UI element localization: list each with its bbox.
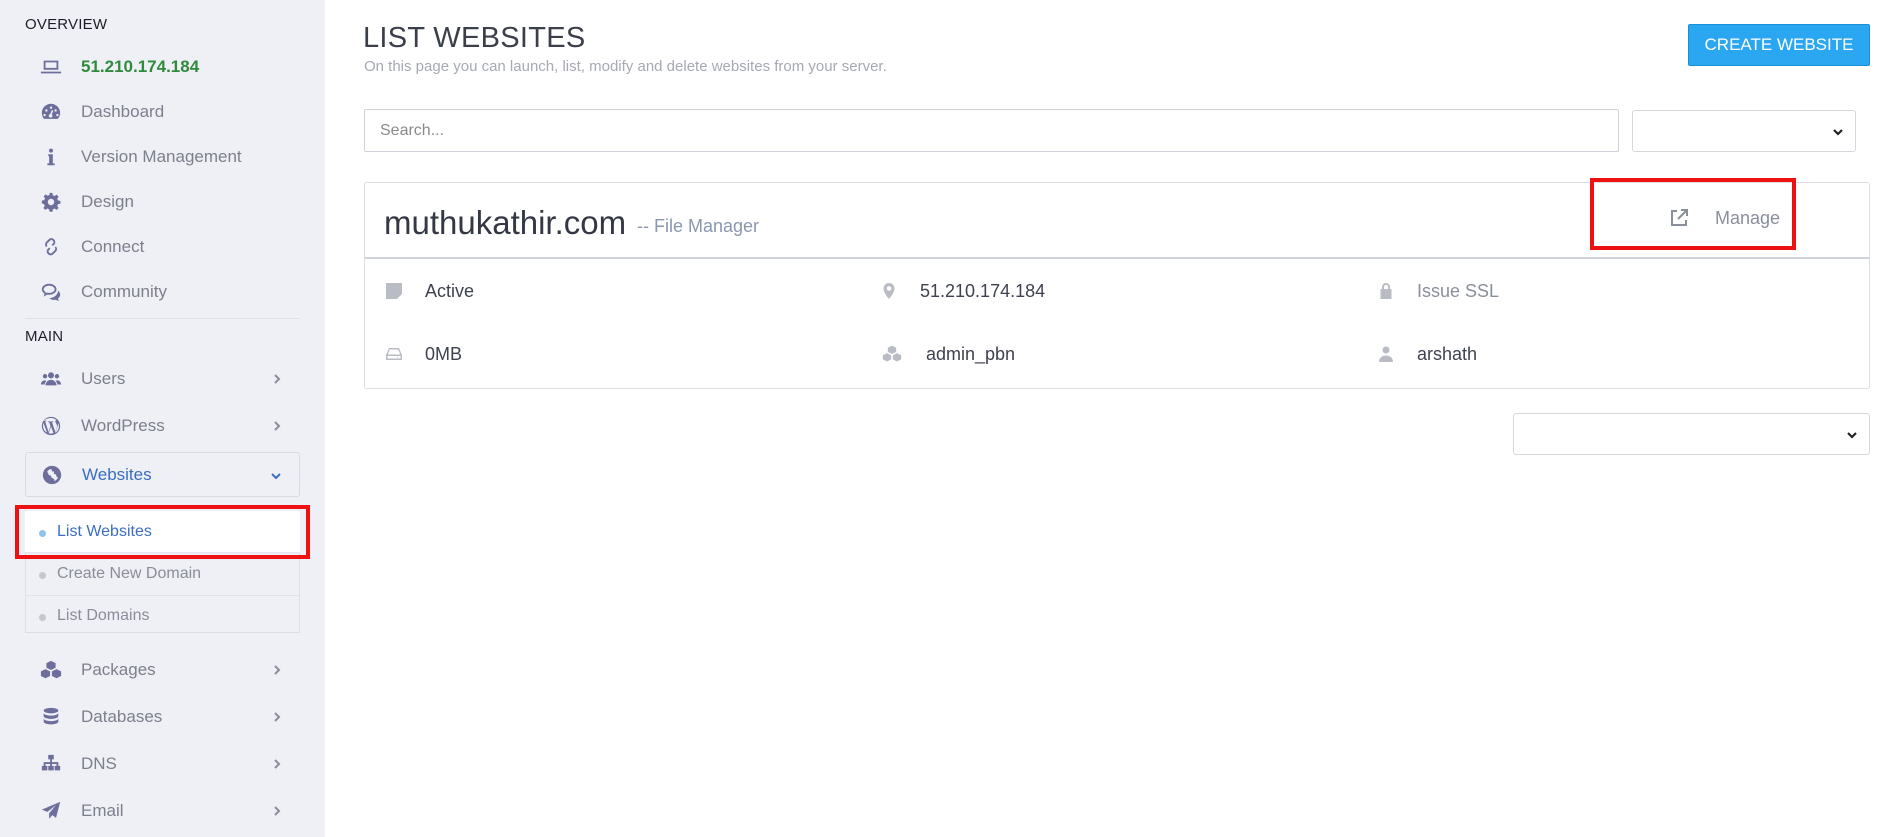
website-owner: arshath: [1375, 342, 1477, 366]
users-icon: [39, 367, 63, 391]
submenu-item-label: List Websites: [57, 522, 152, 540]
chevron-right-icon: [270, 709, 284, 723]
sticky-note-icon: [383, 280, 405, 302]
sidebar-item-label: Design: [81, 191, 134, 211]
sidebar-item-server-ip[interactable]: 51.210.174.184: [25, 44, 300, 89]
submenu-item-create-new-domain[interactable]: Create New Domain: [25, 553, 300, 595]
sidebar-item-label: WordPress: [81, 415, 165, 435]
chevron-right-icon: [270, 418, 284, 432]
gear-icon: [39, 190, 63, 214]
submenu-item-label: Create New Domain: [57, 565, 202, 582]
sidebar-item-version-management[interactable]: Version Management: [25, 134, 300, 179]
sidebar-item-wordpress[interactable]: WordPress: [25, 403, 300, 448]
submenu-item-label: List Domains: [57, 607, 150, 624]
sitemap-icon: [39, 752, 63, 776]
main-heading: MAIN: [25, 328, 64, 345]
sidebar-item-packages[interactable]: Packages: [25, 647, 300, 692]
issue-ssl-link[interactable]: Issue SSL: [1375, 279, 1499, 303]
chevron-down-icon: [1831, 125, 1845, 139]
laptop-icon: [39, 55, 63, 79]
sidebar-item-label: Email: [81, 800, 124, 820]
sidebar-item-label: Databases: [81, 706, 163, 726]
submenu-item-list-domains[interactable]: List Domains: [25, 595, 300, 637]
chevron-down-icon: [1845, 428, 1859, 442]
sidebar-item-users[interactable]: Users: [25, 356, 300, 401]
sidebar-item-dashboard[interactable]: Dashboard: [25, 89, 300, 134]
database-icon: [39, 705, 63, 729]
ip-text: 51.210.174.184: [920, 280, 1046, 301]
hard-drive-icon: [383, 343, 405, 365]
ssl-text: Issue SSL: [1417, 280, 1500, 301]
chevron-right-icon: [270, 756, 284, 770]
package-text: admin_pbn: [926, 343, 1016, 364]
external-link-icon: [1668, 207, 1690, 229]
overview-heading: OVERVIEW: [25, 16, 108, 33]
sidebar-item-label: 51.210.174.184: [81, 56, 200, 76]
lock-icon: [1375, 280, 1397, 302]
website-domain[interactable]: muthukathir.com: [384, 204, 626, 242]
sidebar-item-label: Version Management: [81, 146, 242, 166]
owner-text: arshath: [1417, 343, 1478, 364]
sidebar-item-label: Connect: [81, 236, 145, 256]
sidebar-item-community[interactable]: Community: [25, 269, 300, 314]
dashboard-icon: [39, 100, 63, 124]
sidebar-item-label: Community: [81, 281, 167, 301]
sidebar-item-label: DNS: [81, 753, 117, 773]
info-icon: [39, 145, 63, 169]
status-text: Active: [425, 280, 475, 301]
bullet-icon: [39, 572, 46, 579]
website-card: muthukathir.com -- File Manager Manage A…: [364, 182, 1870, 389]
sidebar-item-label: Users: [81, 368, 126, 388]
manage-button[interactable]: Manage: [1633, 203, 1813, 233]
sidebar-item-label: Dashboard: [81, 101, 165, 121]
submenu-item-list-websites[interactable]: List Websites: [25, 511, 300, 553]
bullet-icon: [39, 614, 46, 621]
sidebar-item-websites[interactable]: Websites: [25, 452, 300, 497]
globe-icon: [40, 463, 64, 487]
disk-text: 0MB: [425, 343, 463, 364]
manage-label: Manage: [1715, 207, 1781, 228]
sidebar: OVERVIEW 51.210.174.184 Dashboard Versio…: [0, 0, 325, 837]
sidebar-item-dns[interactable]: DNS: [25, 741, 300, 786]
chevron-down-icon: [269, 468, 283, 482]
search-input[interactable]: [364, 109, 1619, 152]
sidebar-divider: [25, 318, 300, 319]
sidebar-item-design[interactable]: Design: [25, 179, 300, 224]
chevron-right-icon: [270, 371, 284, 385]
chevron-right-icon: [270, 803, 284, 817]
cubes-icon: [39, 658, 63, 682]
page-title: LIST WEBSITES: [363, 22, 586, 54]
website-status: Active: [383, 279, 474, 303]
user-icon: [1375, 343, 1397, 365]
website-package: admin_pbn: [878, 342, 1015, 366]
create-website-button[interactable]: CREATE WEBSITE: [1688, 24, 1870, 66]
wordpress-icon: [39, 414, 63, 438]
chevron-right-icon: [270, 662, 284, 676]
website-card-header: muthukathir.com -- File Manager Manage: [365, 183, 1869, 259]
bullet-icon: [39, 530, 46, 537]
page-subtitle: On this page you can launch, list, modif…: [364, 58, 887, 75]
filter-select[interactable]: [1632, 110, 1856, 152]
sidebar-item-label: Packages: [81, 659, 156, 679]
map-marker-icon: [878, 280, 900, 302]
file-manager-link[interactable]: -- File Manager: [637, 216, 759, 237]
sidebar-item-email[interactable]: Email: [25, 788, 300, 833]
comments-icon: [39, 280, 63, 304]
sidebar-item-databases[interactable]: Databases: [25, 694, 300, 739]
link-icon: [39, 235, 63, 259]
sidebar-item-connect[interactable]: Connect: [25, 224, 300, 269]
cubes-icon: [878, 343, 906, 365]
website-ip: 51.210.174.184: [878, 279, 1045, 303]
paper-plane-icon: [39, 799, 63, 823]
pagination-select[interactable]: [1513, 413, 1870, 455]
sidebar-item-label: Websites: [82, 464, 152, 484]
website-disk-usage: 0MB: [383, 342, 462, 366]
